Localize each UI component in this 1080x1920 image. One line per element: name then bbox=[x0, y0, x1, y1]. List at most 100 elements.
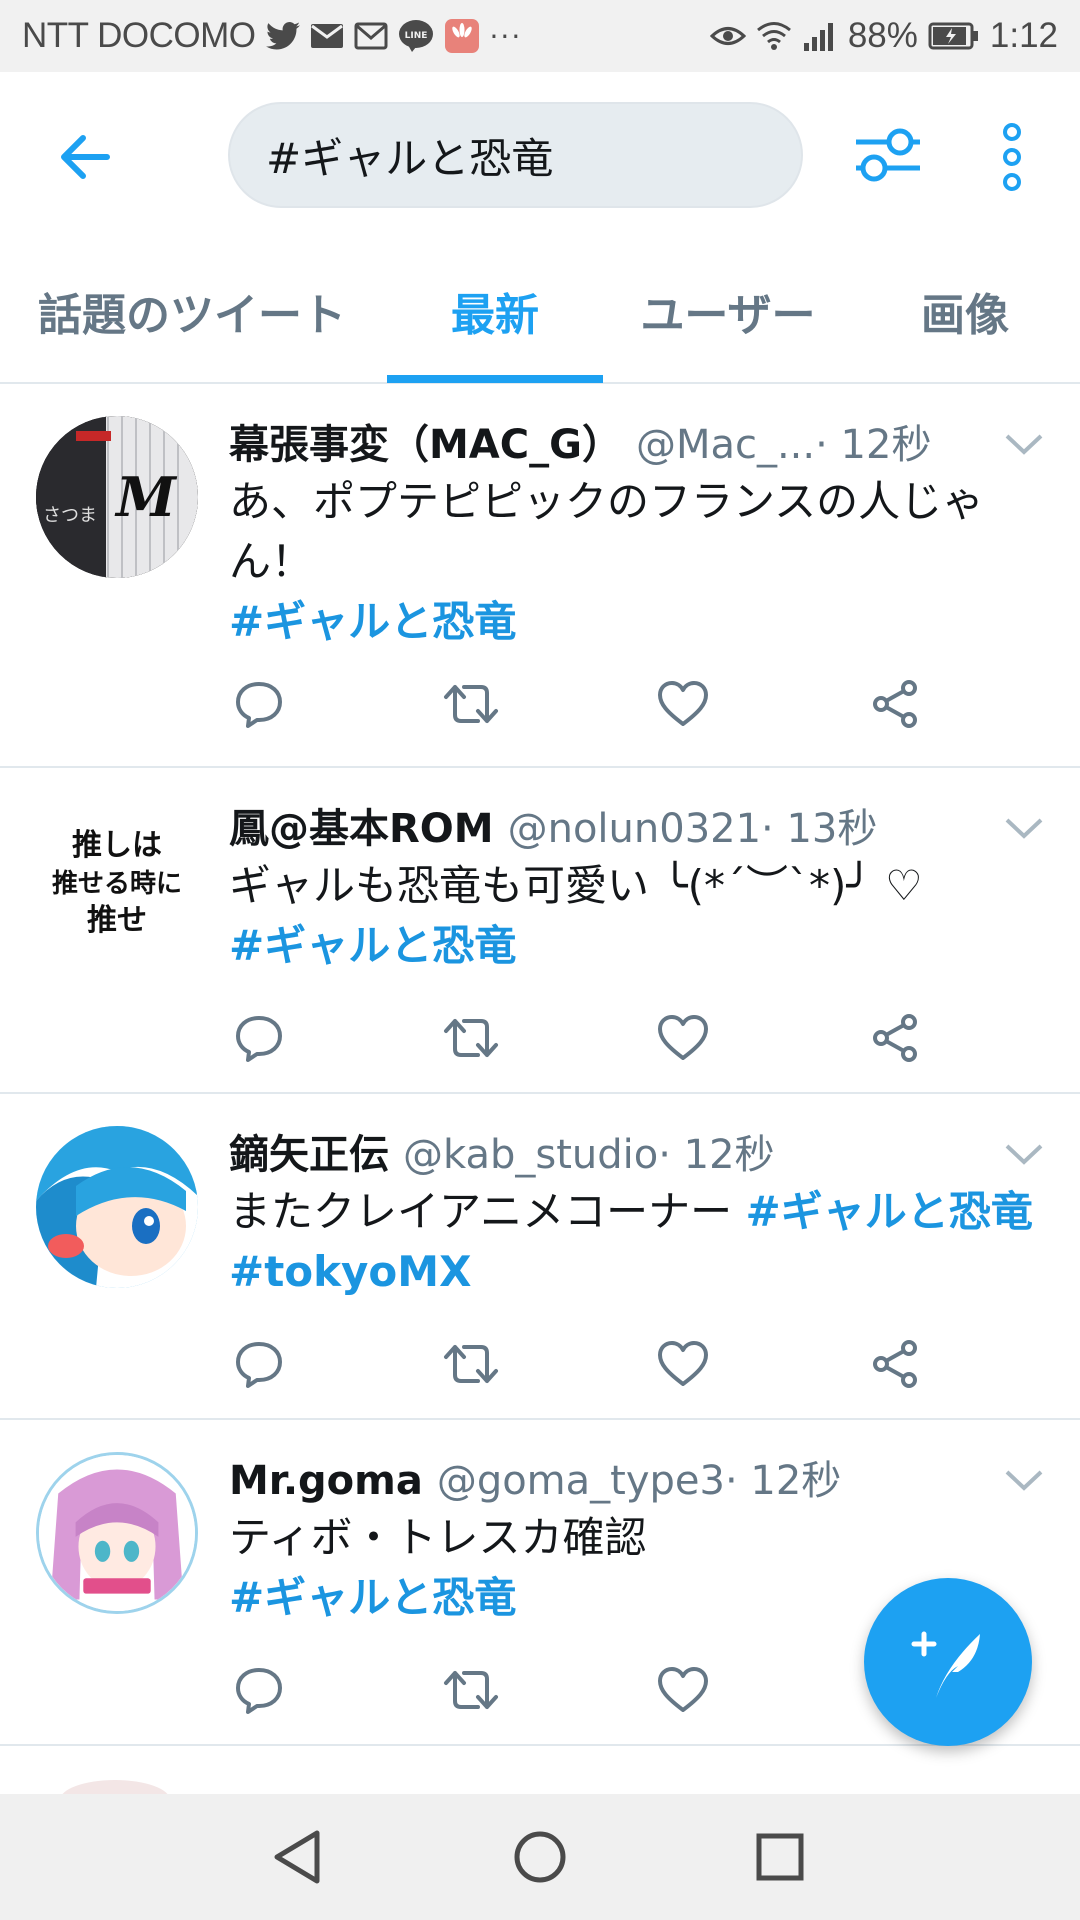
tweet-text-content: ティボ・トレスカ確認 bbox=[229, 1513, 647, 1562]
back-button[interactable] bbox=[50, 122, 120, 192]
author-handle[interactable]: @nolun0321 bbox=[508, 806, 761, 852]
nav-home-button[interactable] bbox=[505, 1822, 575, 1892]
heart-icon bbox=[658, 681, 708, 726]
share-icon bbox=[873, 1340, 917, 1388]
wifi-icon bbox=[756, 21, 792, 51]
like-button[interactable] bbox=[653, 1008, 713, 1068]
avatar bbox=[60, 1780, 170, 1794]
author-handle[interactable]: @goma_type3 bbox=[437, 1458, 725, 1504]
tweet-menu-button[interactable] bbox=[1002, 422, 1046, 466]
calligraphy-avatar-image: 推しは 推せる時に 推せ bbox=[36, 800, 198, 962]
home-circle-icon bbox=[514, 1831, 566, 1883]
author-name[interactable]: Mr.goma bbox=[229, 1458, 423, 1504]
avatar[interactable]: M さつま bbox=[36, 416, 198, 578]
tweet-time: · 12秒 bbox=[724, 1458, 842, 1504]
reply-button[interactable] bbox=[229, 1660, 289, 1720]
partial-tweet-item bbox=[0, 1744, 1080, 1794]
author-handle[interactable]: @Mac_... bbox=[636, 422, 815, 468]
huawei-icon bbox=[444, 18, 480, 54]
android-nav-bar bbox=[0, 1794, 1080, 1920]
tweet-item[interactable]: 鏑矢正伝 @kab_studio · 12秒 またクレイアニメコーナー #ギャル… bbox=[0, 1094, 1080, 1420]
sliders-icon bbox=[855, 128, 920, 182]
tweet-text: あ、ポプテピピックのフランスの人じゃん！ #ギャルと恐竜 bbox=[229, 472, 1040, 652]
avatar[interactable] bbox=[36, 1126, 198, 1288]
share-icon bbox=[873, 1014, 917, 1062]
signal-icon bbox=[802, 21, 838, 51]
tweet-header: Mr.goma @goma_type3 · 12秒 bbox=[229, 1448, 980, 1506]
hashtag-link[interactable]: #ギャルと恐竜 bbox=[229, 1573, 516, 1622]
recents-square-icon bbox=[756, 1833, 804, 1881]
avatar[interactable]: 推しは 推せる時に 推せ bbox=[36, 800, 198, 962]
share-button[interactable] bbox=[865, 1008, 925, 1068]
baseball-jersey-avatar-image: M さつま bbox=[36, 416, 198, 578]
tweet-time: · 13秒 bbox=[761, 806, 878, 852]
retweet-button[interactable] bbox=[441, 674, 501, 734]
search-filter-button[interactable] bbox=[850, 120, 925, 190]
tweet-header: 幕張事変（MAC_G） @Mac_... · 12秒 bbox=[229, 412, 980, 470]
tweet-item[interactable]: 推しは 推せる時に 推せ 鳳@基本ROM @nolun0321 · 13秒 ギャ… bbox=[0, 768, 1080, 1094]
gmail-icon bbox=[354, 22, 388, 50]
nav-recents-button[interactable] bbox=[745, 1822, 815, 1892]
tab-top-tweets[interactable]: 話題のツイート bbox=[18, 240, 366, 382]
line-icon: LINE bbox=[398, 19, 434, 53]
search-input[interactable]: #ギャルと恐竜 bbox=[228, 102, 803, 208]
svg-text:M: M bbox=[114, 465, 178, 529]
svg-text:推せ: 推せ bbox=[87, 903, 147, 938]
tweet-text: またクレイアニメコーナー #ギャルと恐竜 #tokyoMX bbox=[229, 1182, 1040, 1302]
hashtag-link[interactable]: #ギャルと恐竜 bbox=[229, 597, 516, 646]
author-name[interactable]: 鳳@基本ROM bbox=[229, 796, 494, 854]
tab-users[interactable]: ユーザー bbox=[620, 240, 836, 382]
tab-images[interactable]: 画像 bbox=[880, 240, 1050, 382]
hashtag-link[interactable]: #ギャルと恐竜 bbox=[229, 921, 516, 970]
author-name[interactable]: 鏑矢正伝 bbox=[229, 1122, 389, 1180]
retweet-icon bbox=[444, 1019, 498, 1057]
chevron-down-icon bbox=[1005, 1470, 1043, 1491]
clock: 1:12 bbox=[989, 16, 1058, 55]
svg-text:さつま: さつま bbox=[43, 505, 97, 526]
svg-text:推せる時に: 推せる時に bbox=[52, 869, 182, 899]
like-button[interactable] bbox=[653, 1334, 713, 1394]
tab-latest[interactable]: 最新 bbox=[387, 240, 603, 382]
reply-button[interactable] bbox=[229, 1334, 289, 1394]
tweet-item[interactable]: M さつま 幕張事変（MAC_G） @Mac_... · 12秒 あ、ポプテピピ… bbox=[0, 384, 1080, 768]
reply-button[interactable] bbox=[229, 1008, 289, 1068]
retweet-icon bbox=[444, 685, 498, 723]
avatar[interactable] bbox=[36, 1452, 198, 1614]
heart-icon bbox=[658, 1015, 708, 1060]
compose-tweet-button[interactable] bbox=[864, 1578, 1032, 1746]
battery-percent: 88% bbox=[847, 16, 918, 55]
active-tab-indicator bbox=[387, 375, 603, 383]
twitter-icon bbox=[265, 21, 300, 51]
author-handle[interactable]: @kab_studio bbox=[403, 1132, 658, 1178]
tweet-time: · 12秒 bbox=[658, 1132, 775, 1178]
share-button[interactable] bbox=[865, 674, 925, 734]
nav-back-button[interactable] bbox=[262, 1822, 332, 1892]
blue-hair-anime-avatar-image bbox=[36, 1126, 198, 1288]
retweet-icon bbox=[444, 1671, 498, 1709]
heart-icon bbox=[658, 1667, 708, 1712]
reply-button[interactable] bbox=[229, 674, 289, 734]
like-button[interactable] bbox=[653, 674, 713, 734]
tweet-actions bbox=[229, 1008, 969, 1068]
search-tabs: 話題のツイート 最新 ユーザー 画像 bbox=[0, 240, 1080, 384]
eye-comfort-icon bbox=[709, 23, 746, 49]
share-button[interactable] bbox=[865, 1334, 925, 1394]
overflow-menu-button[interactable] bbox=[990, 112, 1034, 202]
tweet-menu-button[interactable] bbox=[1002, 806, 1046, 850]
tweet-menu-button[interactable] bbox=[1002, 1458, 1046, 1502]
retweet-icon bbox=[444, 1345, 498, 1383]
retweet-button[interactable] bbox=[441, 1660, 501, 1720]
tweet-text-content: あ、ポプテピピックのフランスの人じゃん！ bbox=[229, 477, 985, 586]
back-arrow-icon bbox=[61, 135, 110, 179]
retweet-button[interactable] bbox=[441, 1334, 501, 1394]
author-name[interactable]: 幕張事変（MAC_G） bbox=[229, 412, 622, 470]
tweet-text: ギャルも恐竜も可愛い ╰(*´︶`*)╯ ♡ #ギャルと恐竜 bbox=[229, 856, 1040, 976]
tweet-text-content: ギャルも恐竜も可愛い ╰(*´︶`*)╯ ♡ bbox=[229, 861, 923, 910]
tweet-menu-button[interactable] bbox=[1002, 1132, 1046, 1176]
reply-icon bbox=[236, 1016, 282, 1062]
heart-icon bbox=[658, 1341, 708, 1386]
share-icon bbox=[873, 680, 917, 728]
retweet-button[interactable] bbox=[441, 1008, 501, 1068]
reply-icon bbox=[236, 1668, 282, 1714]
like-button[interactable] bbox=[653, 1660, 713, 1720]
